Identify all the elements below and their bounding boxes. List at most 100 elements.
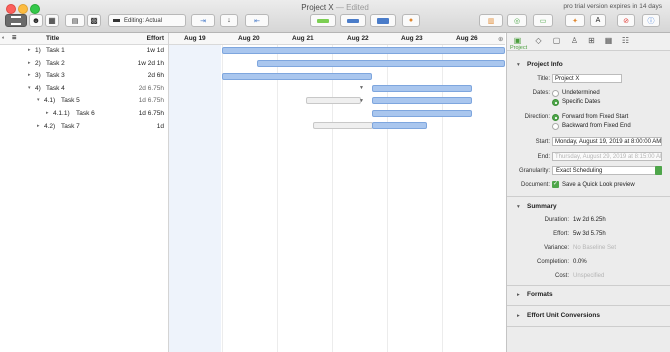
dates-specific-radio[interactable] (552, 99, 559, 106)
task-bar[interactable] (222, 73, 372, 80)
violations-button[interactable]: ⊘ (617, 14, 635, 27)
expand-icon[interactable]: ▸ (517, 313, 520, 319)
disclosure-open-icon[interactable]: ▾ (28, 85, 31, 91)
task-effort[interactable]: 1w 2d 1h (138, 60, 164, 67)
add-group-button[interactable] (370, 14, 396, 27)
outline-row[interactable]: ▸ 2) Task 2 1w 2d 1h (0, 58, 168, 71)
indent-button[interactable]: ⇥ (191, 14, 215, 27)
direction-backward-radio[interactable] (552, 123, 559, 130)
task-title[interactable]: Task 3 (46, 72, 65, 79)
task-title[interactable]: Task 1 (46, 47, 65, 54)
effort-column-header[interactable]: Effort (147, 35, 164, 42)
disclosure-icon[interactable]: ▸ (28, 60, 31, 66)
section-divider (507, 326, 670, 327)
outline-row[interactable]: ▾ 4) Task 4 2d 6.75h (0, 83, 168, 96)
start-date-field[interactable]: Monday, August 19, 2019 at 8:00:00 AM (552, 137, 662, 146)
table-icon: ▤ (71, 17, 79, 25)
task-bar[interactable] (222, 47, 505, 54)
collapse-icon[interactable]: ▾ (517, 62, 520, 68)
task-tab-icon[interactable]: ▢ (551, 36, 562, 45)
font-button[interactable]: A (590, 14, 606, 27)
effort-units-heading[interactable]: Effort Unit Conversions (527, 312, 600, 319)
add-resource-button[interactable]: ● (402, 14, 420, 27)
task-effort[interactable]: 1w 1d (147, 47, 164, 54)
notes-column-icon[interactable]: ☰ (12, 35, 16, 41)
add-task-button[interactable] (310, 14, 336, 27)
task-bar[interactable] (372, 110, 472, 117)
people-icon: ☻ (31, 16, 41, 25)
task-title[interactable]: Task 7 (61, 123, 80, 130)
collapse-icon[interactable]: ▾ (517, 204, 520, 210)
task-title[interactable]: Task 2 (46, 60, 65, 67)
group-bar[interactable] (372, 85, 472, 92)
task-title[interactable]: Task 6 (76, 110, 95, 117)
style-tab-icon[interactable]: ☷ (620, 36, 631, 45)
task-title[interactable]: Task 4 (46, 85, 65, 92)
task-effort[interactable]: 1d (157, 123, 164, 130)
milestone-tab-icon[interactable]: ◇ (533, 36, 544, 45)
end-date-field[interactable]: Thursday, August 29, 2019 at 8:15:00 AM (552, 152, 662, 161)
info-icon: ⓘ (647, 17, 655, 25)
baseline-button[interactable]: ▭ (533, 14, 553, 27)
day-gridline (332, 45, 333, 352)
day-label: Aug 21 (292, 35, 314, 42)
project-tab-icon[interactable]: ▣ (512, 36, 523, 45)
formats-heading[interactable]: Formats (527, 291, 553, 298)
baseline-icon: ▭ (539, 17, 547, 25)
summary-heading[interactable]: Summary (527, 203, 557, 210)
project-title-field[interactable]: Project X (552, 74, 622, 83)
disclosure-open-icon[interactable]: ▾ (37, 97, 40, 103)
disclosure-icon[interactable]: ▸ (28, 72, 31, 78)
editing-mode-select[interactable]: Editing: Actual (108, 14, 186, 27)
day-label: Aug 23 (401, 35, 423, 42)
title-column-header[interactable]: Title (46, 35, 59, 42)
level-resources-button[interactable]: ▥ (479, 14, 503, 27)
direction-forward-radio[interactable] (552, 114, 559, 121)
track-changes-button[interactable]: ◎ (507, 14, 527, 27)
task-bar[interactable] (257, 60, 505, 67)
add-milestone-button[interactable] (340, 14, 366, 27)
task-bar[interactable] (372, 122, 427, 129)
granularity-select[interactable]: Exact Scheduling (552, 166, 662, 175)
disclosure-icon[interactable]: ▸ (37, 123, 40, 129)
slack-bar (313, 122, 373, 129)
table-tab-icon[interactable]: ▦ (603, 36, 614, 45)
gantt-chart[interactable]: Aug 19 Aug 20 Aug 21 Aug 22 Aug 23 Aug 2… (169, 33, 505, 352)
calendar-view-button[interactable]: ▩ (87, 14, 101, 27)
network-view-button[interactable]: ▦ (45, 14, 59, 27)
indent-icon: ⇥ (200, 17, 206, 25)
task-effort[interactable]: 1d 6.75h (139, 110, 164, 117)
dates-undetermined-radio[interactable] (552, 90, 559, 97)
connect-button[interactable]: ✦ (565, 14, 585, 27)
day-label: Aug 19 (184, 35, 206, 42)
project-info-heading[interactable]: Project Info (527, 61, 563, 68)
move-down-button[interactable]: ↓ (220, 14, 238, 27)
disclosure-icon[interactable]: ▸ (28, 47, 31, 53)
inspector-panel: ▣ ◇ ▢ ♙ ⊞ ▦ ☷ Project ▾ Project Info Tit… (506, 33, 670, 352)
group-bar[interactable] (372, 97, 472, 104)
status-column-icon[interactable]: ◐ (2, 35, 5, 41)
inspector-toggle-button[interactable]: ⓘ (642, 14, 660, 27)
outline-row[interactable]: ▾ 4.1) Task 5 1d 6.75h (0, 95, 168, 108)
disclosure-icon[interactable]: ▸ (46, 110, 49, 116)
expand-icon[interactable]: ▸ (517, 292, 520, 298)
resources-view-button[interactable]: ☻ (29, 14, 43, 27)
granularity-value: Exact Scheduling (556, 168, 603, 174)
outdent-button[interactable]: ⇤ (245, 14, 269, 27)
outline-row[interactable]: ▸ 3) Task 3 2d 6h (0, 70, 168, 83)
resource-tab-icon[interactable]: ♙ (569, 36, 580, 45)
task-effort[interactable]: 2d 6h (148, 72, 164, 79)
outline-row[interactable]: ▸ 4.1.1) Task 6 1d 6.75h (0, 108, 168, 121)
task-title[interactable]: Task 5 (61, 97, 80, 104)
dependency-tab-icon[interactable]: ⊞ (586, 36, 597, 45)
outline-row[interactable]: ▸ 1) Task 1 1w 1d (0, 45, 168, 58)
scroll-right-icon[interactable]: ⊕ (498, 35, 503, 43)
task-effort[interactable]: 1d 6.75h (139, 97, 164, 104)
leveling-icon: ▥ (487, 17, 495, 25)
styles-view-button[interactable]: ▤ (65, 14, 85, 27)
quick-look-checkbox[interactable]: ✓ (552, 181, 559, 188)
view-mode-gantt-button[interactable] (5, 14, 27, 27)
task-effort[interactable]: 2d 6.75h (139, 85, 164, 92)
project-tab-label: Project (510, 45, 528, 51)
outline-row[interactable]: ▸ 4.2) Task 7 1d (0, 121, 168, 134)
